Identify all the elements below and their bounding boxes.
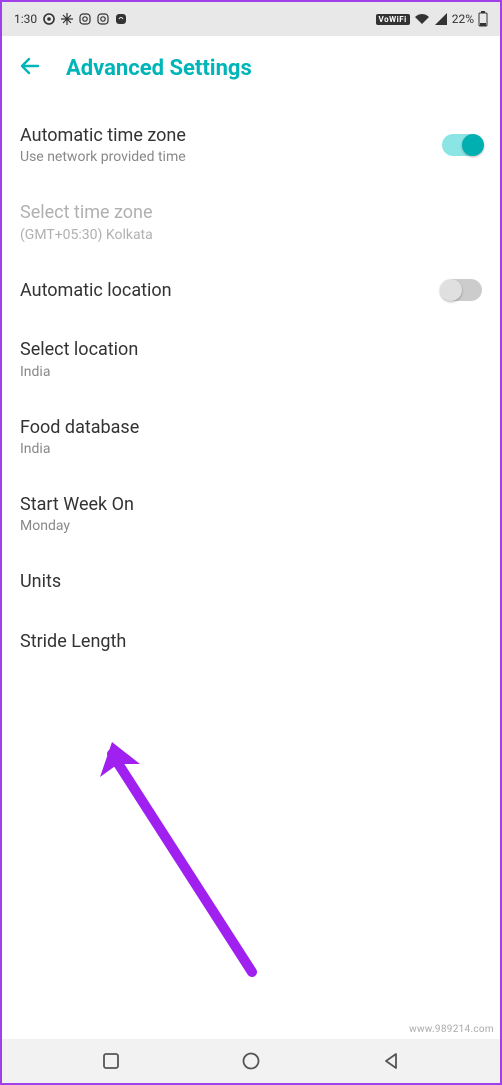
watermark: www.989214.com [409,1024,494,1035]
setting-title: Stride Length [20,630,482,653]
setting-text: Automatic time zone Use network provided… [20,124,442,165]
app-square-icon [115,13,127,25]
nav-home-icon[interactable] [241,1051,261,1071]
nav-recent-icon[interactable] [102,1052,120,1070]
back-arrow-icon[interactable] [18,54,42,82]
setting-subtitle: Monday [20,518,482,534]
page-title: Advanced Settings [66,56,252,81]
status-left: 1:30 [14,12,127,26]
setting-stride-length[interactable]: Stride Length [20,612,482,671]
setting-automatic-time-zone[interactable]: Automatic time zone Use network provided… [20,106,482,183]
circle-dot-icon [43,13,55,25]
setting-title: Select location [20,338,482,361]
setting-subtitle: India [20,441,482,457]
setting-automatic-location[interactable]: Automatic location [20,261,482,320]
battery-icon [478,11,488,27]
settings-list: Automatic time zone Use network provided… [2,96,500,671]
setting-start-week-on[interactable]: Start Week On Monday [20,475,482,552]
setting-subtitle: (GMT+05:30) Kolkata [20,227,482,243]
slack-icon [61,13,73,25]
setting-title: Select time zone [20,201,482,224]
setting-text: Select time zone (GMT+05:30) Kolkata [20,201,482,242]
setting-subtitle: India [20,364,482,380]
nav-back-icon[interactable] [382,1052,400,1070]
status-time: 1:30 [14,12,37,26]
setting-subtitle: Use network provided time [20,149,442,165]
signal-icon [434,13,448,25]
setting-text: Select location India [20,338,482,379]
setting-select-location[interactable]: Select location India [20,320,482,397]
status-right: VoWiFi 22% [376,11,488,27]
annotation-arrow-icon [92,742,292,996]
toggle-switch[interactable] [442,279,482,301]
setting-text: Stride Length [20,630,482,653]
setting-title: Units [20,570,482,593]
navigation-bar [2,1039,500,1083]
setting-title: Food database [20,416,482,439]
battery-percent: 22% [452,12,474,26]
setting-title: Start Week On [20,493,482,516]
setting-units[interactable]: Units [20,552,482,611]
wifi-icon [414,13,430,25]
setting-text: Start Week On Monday [20,493,482,534]
toggle-switch[interactable] [442,134,482,156]
setting-title: Automatic time zone [20,124,442,147]
setting-select-time-zone: Select time zone (GMT+05:30) Kolkata [20,183,482,260]
instagram-icon [97,13,109,25]
setting-text: Food database India [20,416,482,457]
vowifi-badge: VoWiFi [376,14,410,25]
setting-text: Units [20,570,482,593]
instagram-icon [79,13,91,25]
status-bar: 1:30 VoWiFi 22% [2,2,500,36]
setting-text: Automatic location [20,279,442,302]
setting-title: Automatic location [20,279,442,302]
app-bar: Advanced Settings [2,36,500,96]
setting-food-database[interactable]: Food database India [20,398,482,475]
